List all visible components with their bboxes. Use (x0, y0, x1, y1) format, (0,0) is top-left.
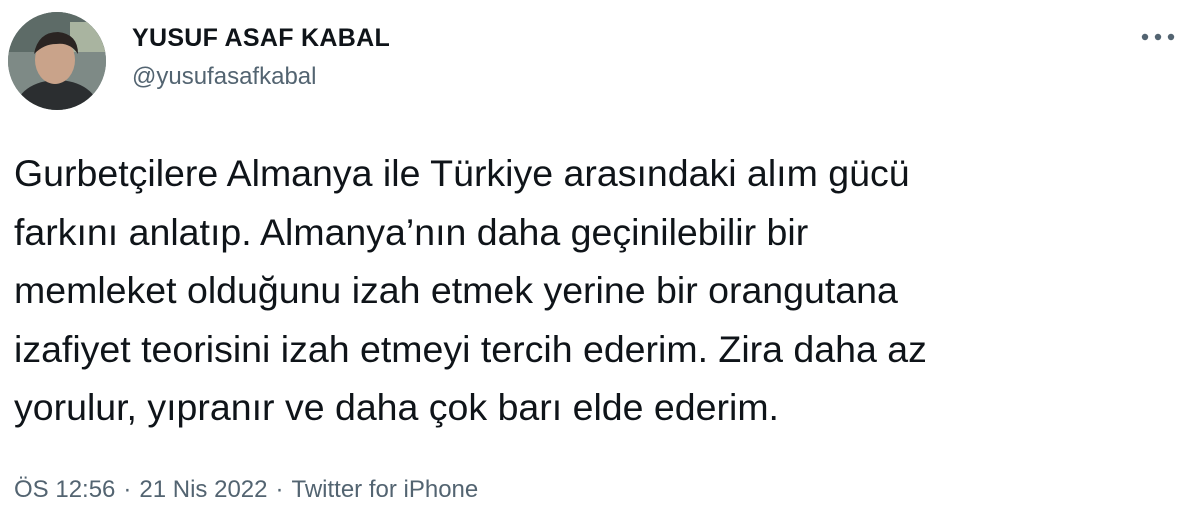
meta-separator: · (275, 476, 284, 503)
tweet-metadata: ÖS 12:56 · 21 Nis 2022 · Twitter for iPhone (14, 472, 478, 508)
tweet-source[interactable]: Twitter for iPhone (292, 476, 479, 503)
author-block: YUSUF ASAF KABAL @yusufasafkabal (132, 20, 390, 94)
author-handle[interactable]: @yusufasafkabal (132, 60, 390, 94)
meta-separator: · (123, 476, 132, 503)
tweet-card: YUSUF ASAF KABAL @yusufasafkabal Gurbetç… (0, 0, 1200, 526)
profile-photo (8, 12, 106, 110)
more-options-button[interactable] (1138, 22, 1178, 52)
tweet-time[interactable]: ÖS 12:56 (14, 476, 115, 503)
tweet-date[interactable]: 21 Nis 2022 (139, 476, 267, 503)
more-horizontal-icon (1141, 33, 1175, 41)
author-display-name[interactable]: YUSUF ASAF KABAL (132, 20, 390, 56)
tweet-text: Gurbetçilere Almanya ile Türkiye arasınd… (14, 152, 927, 428)
avatar[interactable] (8, 12, 106, 110)
